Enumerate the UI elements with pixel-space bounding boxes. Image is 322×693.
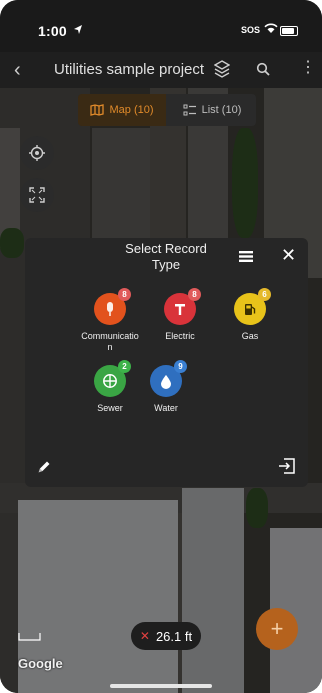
exit-icon[interactable]: [278, 458, 296, 474]
map-attribution: Google: [18, 656, 63, 671]
water-drop-icon: 9: [150, 360, 187, 397]
zoom-extent-button[interactable]: [20, 178, 54, 212]
my-location-button[interactable]: [20, 136, 54, 170]
more-options-icon[interactable]: ⋮: [300, 60, 316, 76]
status-bar: 1:00 SOS: [0, 0, 322, 52]
record-type-electric[interactable]: 8 Electric: [145, 288, 215, 342]
tab-list[interactable]: List (10): [168, 94, 256, 126]
map-icon: [90, 104, 105, 116]
gas-label: Gas: [241, 331, 259, 341]
view-toggle: Map (10) List (10): [78, 94, 256, 126]
communication-icon: 8: [94, 288, 131, 325]
electric-icon: 8: [164, 288, 201, 325]
search-icon[interactable]: [256, 62, 270, 76]
location-arrow-icon: [74, 25, 82, 34]
measurement-value: 26.1 ft: [155, 628, 193, 644]
electric-label: Electric: [165, 331, 195, 341]
select-record-type-modal: Select Record Type ✕ 8 Communication 8 E…: [25, 238, 308, 487]
home-indicator: [110, 684, 212, 688]
record-type-gas[interactable]: 6 Gas: [215, 288, 285, 342]
measurement-pill[interactable]: ✕ 26.1 ft: [131, 622, 201, 650]
status-time: 1:00: [38, 23, 67, 39]
top-nav-bar: ‹ Utilities sample project ⋮: [0, 52, 322, 88]
app-screen: 1:00 SOS ‹ Utilities sample project ⋮ Ma…: [0, 0, 322, 693]
sewer-icon: 2: [94, 360, 131, 397]
map-scale-icon: [18, 632, 42, 644]
crosshair-icon: [29, 145, 45, 161]
tab-list-label: List (10): [201, 104, 242, 116]
tab-map-label: Map (10): [109, 104, 154, 116]
modal-title: Select Record Type: [125, 241, 207, 272]
tab-map[interactable]: Map (10): [78, 94, 166, 126]
record-type-communication[interactable]: 8 Communication: [75, 288, 145, 353]
layers-icon[interactable]: [214, 60, 230, 78]
electric-count-badge: 8: [188, 288, 201, 301]
status-sos: SOS: [240, 25, 260, 35]
expand-icon: [29, 187, 45, 203]
record-type-water[interactable]: 9 Water: [131, 360, 201, 414]
close-icon[interactable]: ✕: [281, 245, 296, 266]
project-title: Utilities sample project: [54, 61, 205, 78]
battery-icon: [280, 26, 298, 36]
measure-close-icon[interactable]: ✕: [140, 629, 150, 643]
water-label: Water: [154, 403, 178, 413]
gas-pump-icon: 6: [234, 288, 271, 325]
gas-count-badge: 6: [258, 288, 271, 301]
water-count-badge: 9: [174, 360, 187, 373]
list-view-icon[interactable]: [239, 251, 253, 262]
wifi-icon: [264, 23, 278, 33]
sewer-count-badge: 2: [118, 360, 131, 373]
back-chevron-icon[interactable]: ‹: [14, 59, 21, 82]
communication-label: Communication: [81, 331, 139, 352]
communication-count-badge: 8: [118, 288, 131, 301]
list-icon: [183, 104, 196, 116]
add-record-button[interactable]: +: [256, 608, 298, 650]
pencil-icon[interactable]: [37, 460, 51, 474]
